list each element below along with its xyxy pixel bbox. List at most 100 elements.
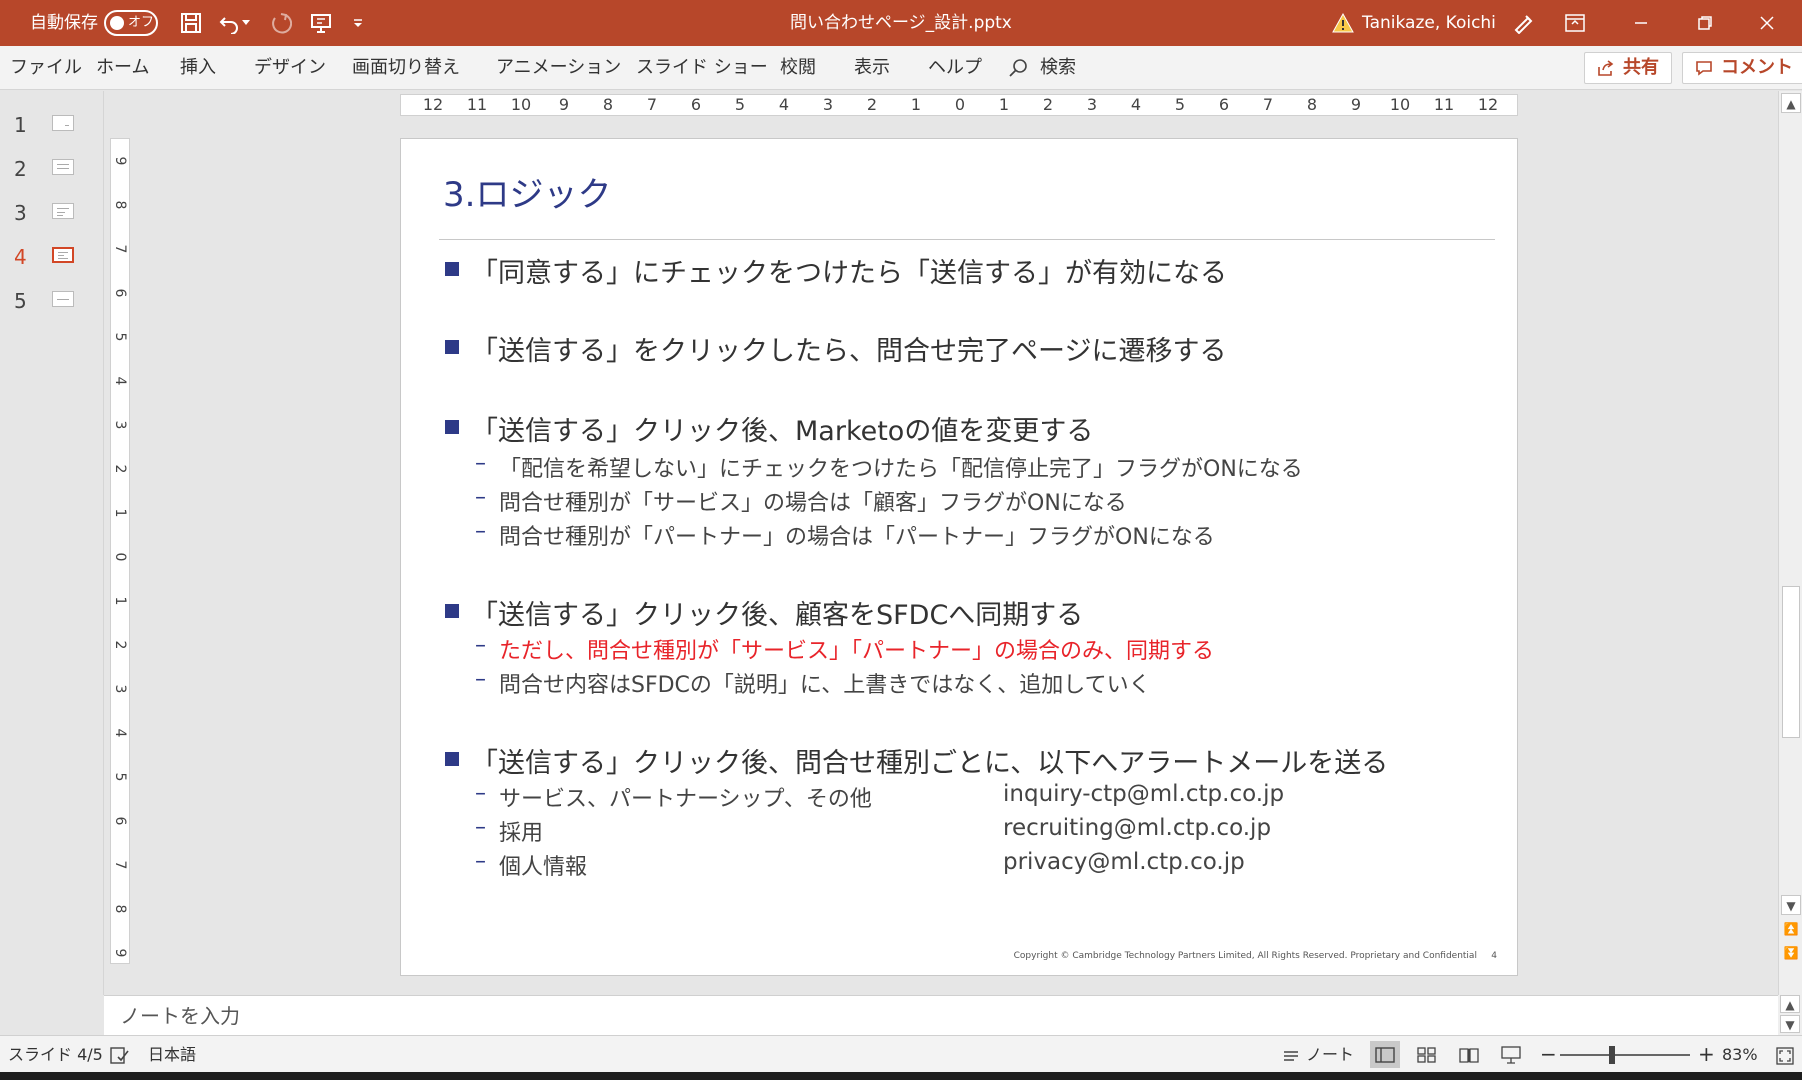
slide-thumbnails-pane: 1 2 3 4 5 xyxy=(0,91,104,995)
notes-placeholder[interactable]: ノートを入力 xyxy=(120,1004,240,1028)
search-icon[interactable] xyxy=(1008,46,1032,90)
customize-qat-icon[interactable] xyxy=(348,8,368,38)
bullet-square-icon xyxy=(445,420,459,434)
zoom-slider-handle[interactable] xyxy=(1609,1046,1615,1064)
window-title: 問い合わせページ_設計.pptx xyxy=(790,13,1012,33)
scroll-up-icon[interactable]: ▲ xyxy=(1781,93,1801,113)
slide-number: 2 xyxy=(14,157,27,181)
notes-scroll-down-icon[interactable]: ▼ xyxy=(1780,1015,1800,1033)
tab-help[interactable]: ヘルプ xyxy=(928,46,982,90)
restore-icon[interactable] xyxy=(1690,8,1720,38)
sub-bullet-text: 問合せ種別が「パートナー」の場合は「パートナー」フラグがONになる xyxy=(499,525,1215,550)
comment-label: コメント xyxy=(1721,57,1793,78)
slide-number: 5 xyxy=(14,289,27,313)
ruler-mark: 0 xyxy=(112,552,128,562)
slide-thumbnail-5[interactable]: 5 xyxy=(0,281,104,321)
save-icon[interactable] xyxy=(176,8,206,38)
notes-pane[interactable]: ノートを入力 xyxy=(104,995,1778,1035)
notes-scrollbar[interactable]: ▲ ▼ xyxy=(1778,995,1802,1035)
tab-file[interactable]: ファイル xyxy=(10,46,82,90)
sub-bullet-text: 採用 xyxy=(499,821,544,846)
fit-to-window-icon[interactable] xyxy=(1776,1036,1794,1073)
previous-slide-icon[interactable]: ⏫ xyxy=(1781,919,1801,939)
next-slide-icon[interactable]: ⏬ xyxy=(1781,943,1801,963)
vertical-ruler[interactable]: 9 8 7 6 5 4 3 2 1 0 1 2 3 4 5 6 7 8 9 xyxy=(110,138,130,964)
vertical-scrollbar[interactable]: ▲ ▼ ⏫ ⏬ xyxy=(1778,91,1802,995)
undo-dropdown-icon[interactable] xyxy=(238,8,254,38)
slide-thumbnail-4[interactable]: 4 xyxy=(0,237,104,277)
slide-preview xyxy=(52,159,74,175)
ruler-mark: 1 xyxy=(112,596,128,606)
bullet-square-icon xyxy=(445,340,459,354)
slide-number: 3 xyxy=(14,201,27,225)
ruler-mark: 5 xyxy=(734,95,746,114)
slide-preview xyxy=(52,247,74,263)
comment-button[interactable]: コメント xyxy=(1682,52,1802,84)
ruler-mark: 9 xyxy=(1350,95,1362,114)
notes-toggle-icon[interactable] xyxy=(1282,1036,1300,1073)
share-button[interactable]: 共有 xyxy=(1584,52,1672,84)
dash-marker: – xyxy=(475,849,486,874)
tab-slideshow[interactable]: スライド ショー xyxy=(636,46,768,90)
tab-transitions[interactable]: 画面切り替え xyxy=(352,46,460,90)
bullet-square-icon xyxy=(445,262,459,276)
slide-preview xyxy=(52,203,74,219)
zoom-slider[interactable] xyxy=(1560,1054,1690,1056)
ruler-mark: 12 xyxy=(422,95,444,114)
reading-view-icon[interactable] xyxy=(1454,1041,1484,1068)
ruler-mark: 9 xyxy=(112,156,128,166)
ruler-mark: 12 xyxy=(1477,95,1499,114)
warning-icon xyxy=(1330,8,1356,38)
share-icon xyxy=(1597,53,1615,83)
horizontal-ruler[interactable]: 12 11 10 9 8 7 6 5 4 3 2 1 0 1 2 3 4 5 6… xyxy=(400,94,1518,116)
ruler-mark: 4 xyxy=(112,376,128,386)
normal-view-icon[interactable] xyxy=(1370,1041,1400,1068)
title-bar: 自動保存 オフ 問い合わせページ_設計.pptx Tanikaze, Koich… xyxy=(0,0,1802,46)
tab-insert[interactable]: 挿入 xyxy=(180,46,216,90)
ruler-mark: 4 xyxy=(1130,95,1142,114)
ruler-mark: 2 xyxy=(1042,95,1054,114)
slideshow-view-icon[interactable] xyxy=(1496,1041,1526,1068)
scroll-down-icon[interactable]: ▼ xyxy=(1781,895,1801,915)
notes-toggle-label[interactable]: ノート xyxy=(1306,1036,1354,1073)
user-name[interactable]: Tanikaze, Koichi xyxy=(1362,0,1496,46)
tab-animations[interactable]: アニメーション xyxy=(496,46,621,90)
presentation-icon[interactable] xyxy=(306,8,336,38)
zoom-out-icon[interactable]: − xyxy=(1540,1036,1557,1073)
ribbon-display-icon[interactable] xyxy=(1560,8,1590,38)
pen-icon[interactable] xyxy=(1508,8,1538,38)
slide-thumbnail-3[interactable]: 3 xyxy=(0,193,104,233)
language-indicator[interactable]: 日本語 xyxy=(148,1036,196,1073)
slide-canvas[interactable]: 3.ロジック 「同意する」にチェックをつけたら「送信する」が有効になる 「送信す… xyxy=(400,138,1518,976)
ruler-mark: 2 xyxy=(112,464,128,474)
notes-scroll-up-icon[interactable]: ▲ xyxy=(1780,995,1800,1013)
slide-sorter-icon[interactable] xyxy=(1412,1041,1442,1068)
zoom-in-icon[interactable]: + xyxy=(1698,1036,1715,1073)
minimize-icon[interactable] xyxy=(1626,8,1656,38)
dash-marker: – xyxy=(475,667,486,692)
tab-design[interactable]: デザイン xyxy=(254,46,326,90)
close-icon[interactable] xyxy=(1752,8,1782,38)
tab-view[interactable]: 表示 xyxy=(854,46,890,90)
autosave-toggle[interactable]: オフ xyxy=(104,10,158,36)
bullet-text: 「送信する」をクリックしたら、問合せ完了ページに遷移する xyxy=(471,336,1227,367)
tab-review[interactable]: 校閲 xyxy=(780,46,816,90)
dash-marker: – xyxy=(475,633,486,658)
slide-thumbnail-2[interactable]: 2 xyxy=(0,149,104,189)
ruler-mark: 9 xyxy=(112,948,128,958)
search-label[interactable]: 検索 xyxy=(1040,46,1076,90)
slide-thumbnail-1[interactable]: 1 xyxy=(0,105,104,145)
scroll-thumb[interactable] xyxy=(1782,586,1800,738)
ruler-mark: 2 xyxy=(112,640,128,650)
spellcheck-icon[interactable] xyxy=(110,1036,130,1073)
sub-bullet-text: 「配信を希望しない」にチェックをつけたら「配信停止完了」フラグがONになる xyxy=(499,457,1303,482)
ruler-mark: 7 xyxy=(1262,95,1274,114)
ruler-mark: 11 xyxy=(1433,95,1455,114)
redo-icon[interactable] xyxy=(266,8,296,38)
ruler-mark: 8 xyxy=(112,904,128,914)
slide-indicator: スライド 4/5 xyxy=(8,1045,103,1064)
ruler-mark: 2 xyxy=(866,95,878,114)
zoom-level[interactable]: 83% xyxy=(1722,1036,1758,1073)
tab-home[interactable]: ホーム xyxy=(96,46,149,90)
slide-title[interactable]: 3.ロジック xyxy=(443,167,611,216)
